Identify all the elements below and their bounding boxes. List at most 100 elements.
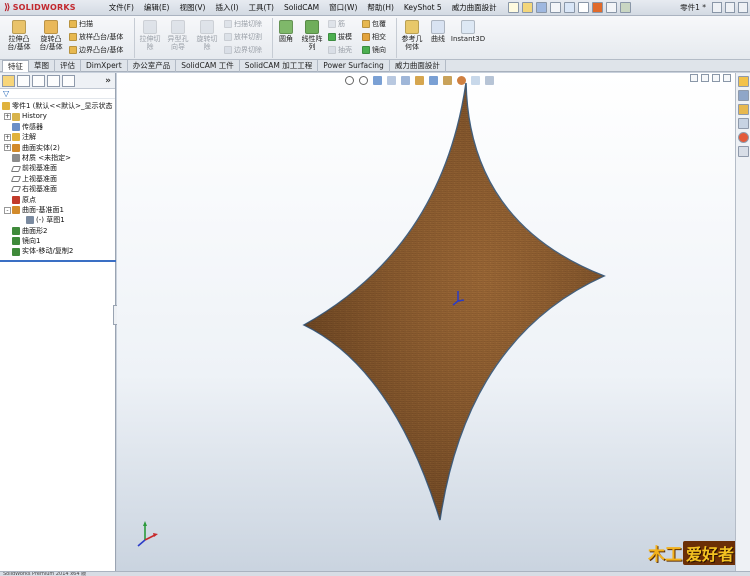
tree-item[interactable]: 右视基准面	[0, 184, 115, 194]
tree-item[interactable]: 传感器	[0, 122, 115, 132]
tree-item[interactable]: 镜向1	[0, 236, 115, 246]
expand-chevron-icon[interactable]: »	[105, 76, 111, 86]
tab-sketch[interactable]: 草图	[29, 60, 55, 72]
tree-item[interactable]: 原点	[0, 195, 115, 205]
configuration-tab-icon[interactable]	[32, 74, 45, 87]
tree-item[interactable]: 前视基准面	[0, 163, 115, 173]
mirror-icon	[362, 46, 370, 54]
sweep-button[interactable]: 扫描	[69, 19, 93, 29]
tab-power-surfacing[interactable]: Power Surfacing	[318, 60, 390, 72]
solidworks-logo[interactable]: ⟫ SOLIDWORKS	[0, 3, 76, 13]
view-palette-icon[interactable]	[738, 118, 749, 129]
shell-button[interactable]: 抽壳	[328, 45, 352, 55]
instant3d-button[interactable]: Instant3D	[451, 20, 485, 43]
appearances-icon[interactable]	[738, 132, 749, 143]
tree-item[interactable]: + 曲面实体(2)	[0, 143, 115, 153]
tab-office-products[interactable]: 办公室产品	[128, 60, 177, 72]
tab-features[interactable]: 特征	[2, 60, 29, 72]
loft-cut-icon	[224, 33, 232, 41]
expand-toggle-icon[interactable]: +	[4, 113, 11, 121]
tree-item[interactable]: 实体-移动/复制2	[0, 246, 115, 256]
undo-icon[interactable]	[563, 2, 575, 13]
expand-toggle-icon[interactable]: +	[4, 144, 11, 152]
wrap-button[interactable]: 包覆	[362, 19, 386, 29]
rib-button[interactable]: 筋	[328, 19, 345, 29]
menu-window[interactable]: 窗口(W)	[324, 0, 362, 16]
property-manager-tab-icon[interactable]	[17, 74, 30, 87]
tab-power-surfacing-cn[interactable]: 威力曲面設計	[390, 60, 446, 72]
tab-solidcam-machining[interactable]: SolidCAM 加工工程	[240, 60, 319, 72]
help-icon[interactable]	[725, 2, 735, 13]
graphics-area[interactable]: 木工 爱好者	[117, 73, 735, 576]
boundary-cut-button[interactable]: 边界切除	[224, 45, 262, 55]
tab-dimxpert[interactable]: DimXpert	[81, 60, 128, 72]
tree-item[interactable]: + 注解	[0, 132, 115, 142]
menu-power-surfacing[interactable]: 威力曲面設計	[447, 0, 502, 16]
new-icon[interactable]	[507, 2, 519, 13]
linear-pattern-button[interactable]: 线性阵列	[299, 20, 325, 51]
select-icon[interactable]	[577, 2, 589, 13]
draft-button[interactable]: 拔模	[328, 32, 352, 42]
menu-insert[interactable]: 插入(I)	[210, 0, 243, 16]
tree-item-label: 右视基准面	[22, 185, 57, 194]
feature-tree-tab-icon[interactable]	[2, 74, 15, 87]
tree-item-label: (-) 草图1	[36, 216, 65, 225]
feature-icon	[26, 216, 34, 225]
design-library-icon[interactable]	[738, 90, 749, 101]
reference-triad-icon[interactable]	[137, 521, 158, 547]
tree-item[interactable]: 上视基准面	[0, 174, 115, 184]
shell-label: 抽壳	[338, 46, 352, 54]
fillet-button[interactable]: 圆角	[275, 20, 297, 43]
intersect-button[interactable]: 相交	[362, 32, 386, 42]
dimxpert-tab-icon[interactable]	[47, 74, 60, 87]
mirror-button[interactable]: 镜向	[362, 45, 386, 55]
filter-icon[interactable]: ▽	[0, 89, 115, 99]
boundary-boss-button[interactable]: 边界凸台/基体	[69, 45, 123, 55]
loft-cut-button[interactable]: 放样切割	[224, 32, 262, 42]
options-icon[interactable]	[619, 2, 631, 13]
menu-view[interactable]: 视图(V)	[174, 0, 210, 16]
search-icon[interactable]	[712, 2, 722, 13]
save-icon[interactable]	[535, 2, 547, 13]
rebuild-icon[interactable]	[591, 2, 603, 13]
print-icon[interactable]	[549, 2, 561, 13]
curves-button[interactable]: 曲线	[428, 20, 448, 43]
tree-root[interactable]: 零件1 (默认<<默认>_显示状态	[0, 101, 115, 111]
tree-item[interactable]: 材质 <未指定>	[0, 153, 115, 163]
menu-solidcam[interactable]: SolidCAM	[279, 0, 324, 16]
tree-item-label: 曲面形2	[22, 226, 48, 235]
tab-solidcam-part[interactable]: SolidCAM 工件	[176, 60, 240, 72]
menu-help[interactable]: 帮助(H)	[362, 0, 399, 16]
sweep-cut-button[interactable]: 扫描切除	[224, 19, 262, 29]
tree-item[interactable]: + History	[0, 111, 115, 121]
loft-label: 放样凸台/基体	[79, 33, 124, 41]
expand-toggle-icon[interactable]: +	[4, 133, 11, 141]
appearance-tab-icon[interactable]	[62, 74, 75, 87]
tab-evaluate[interactable]: 评估	[55, 60, 81, 72]
reference-geometry-label: 参考几何体	[401, 35, 423, 51]
rollback-bar[interactable]	[0, 259, 116, 262]
reference-geometry-button[interactable]: 参考几何体	[399, 20, 425, 51]
file-explorer-icon[interactable]	[738, 104, 749, 115]
tree-root-label: 零件1 (默认<<默认>_显示状态	[12, 102, 113, 110]
revolve-cut-button[interactable]: 旋转切除	[194, 20, 220, 51]
custom-properties-icon[interactable]	[738, 146, 749, 157]
tree-item[interactable]: 曲面形2	[0, 226, 115, 236]
revolve-boss-button[interactable]: 旋转凸台/基体	[36, 20, 66, 51]
open-icon[interactable]	[521, 2, 533, 13]
file-properties-icon[interactable]	[605, 2, 617, 13]
expand-toggle-icon[interactable]: -	[4, 206, 11, 214]
instant3d-icon	[461, 20, 475, 34]
loft-button[interactable]: 放样凸台/基体	[69, 32, 123, 42]
menu-keyshot[interactable]: KeyShot 5	[399, 0, 447, 16]
tree-item[interactable]: - 曲面-基准面1	[0, 205, 115, 215]
extrude-boss-button[interactable]: 拉伸凸台/基体	[4, 20, 34, 51]
extrude-cut-button[interactable]: 拉伸切除	[138, 20, 162, 51]
menu-tools[interactable]: 工具(T)	[244, 0, 279, 16]
tree-item[interactable]: (-) 草图1	[0, 215, 115, 225]
menu-edit[interactable]: 编辑(E)	[139, 0, 175, 16]
menu-file[interactable]: 文件(F)	[104, 0, 139, 16]
solidworks-resources-icon[interactable]	[738, 76, 749, 87]
minimize-icon[interactable]	[738, 2, 748, 13]
hole-wizard-button[interactable]: 异型孔向导	[165, 20, 191, 51]
